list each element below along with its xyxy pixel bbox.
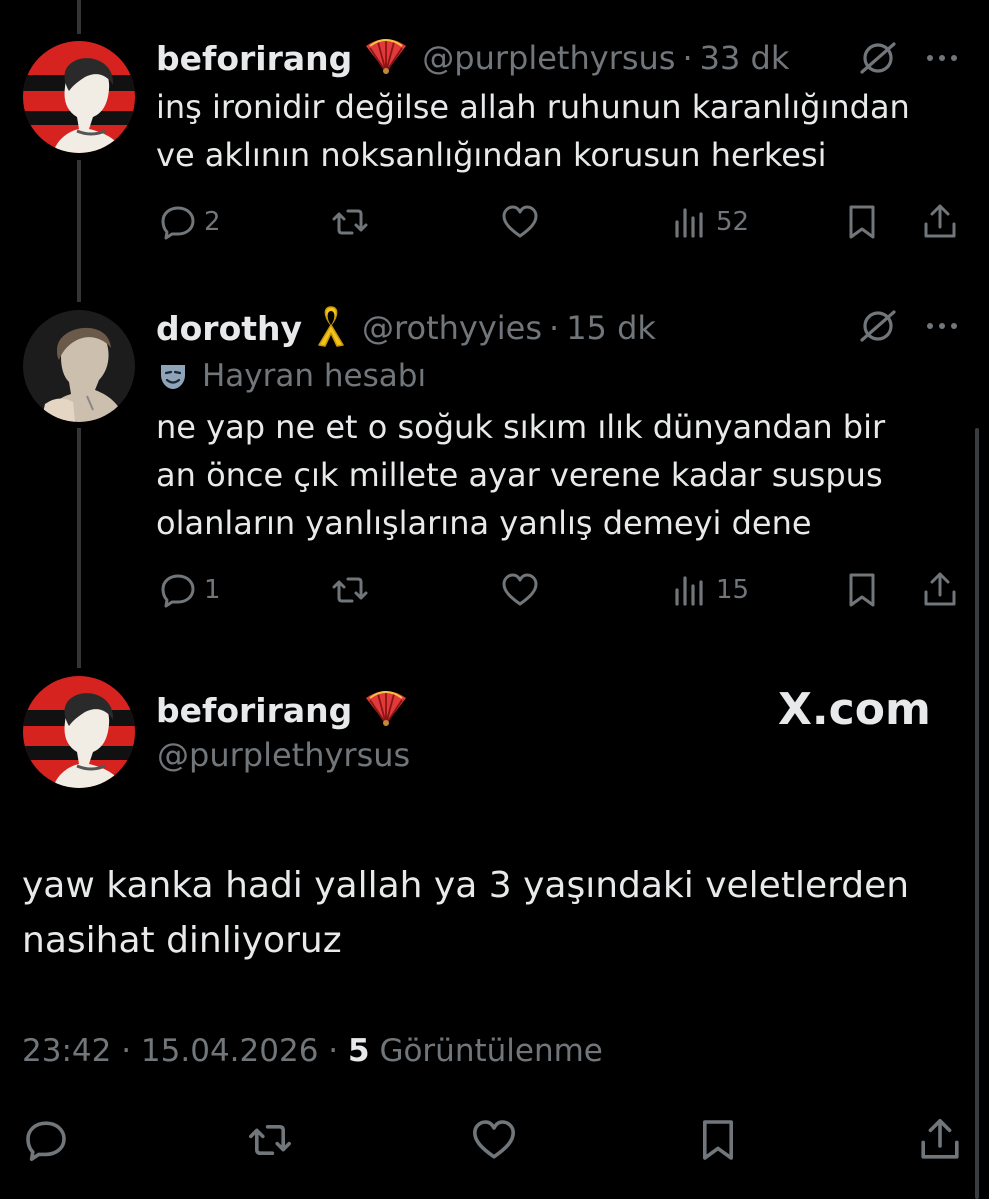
main-share-button[interactable] <box>916 1116 964 1164</box>
main-reply-button[interactable] <box>22 1116 70 1164</box>
reply1-like-button[interactable] <box>500 202 540 242</box>
reply1-share-button[interactable] <box>920 202 960 242</box>
main-bookmark-button[interactable] <box>694 1116 742 1164</box>
main-views-count: 5 <box>348 1033 370 1069</box>
reply1-header: beforirang @purplethyrsus · 33 dk <box>156 36 789 80</box>
reply2-views-button[interactable]: 15 <box>670 570 749 610</box>
main-header: beforirang <box>156 688 422 732</box>
repost-icon <box>332 577 368 603</box>
scrollbar[interactable] <box>975 428 979 1199</box>
reply-icon <box>161 574 195 608</box>
reply1-display-name[interactable]: beforirang <box>156 39 352 78</box>
reply-icon <box>26 1121 66 1161</box>
yellow-ribbon-icon <box>314 305 348 351</box>
avatar-beforirang[interactable] <box>23 41 135 153</box>
reply1-repost-button[interactable] <box>330 202 370 242</box>
reply2-repost-button[interactable] <box>330 570 370 610</box>
grok-icon[interactable] <box>858 38 898 78</box>
meta-separator: · <box>121 1033 132 1069</box>
main-like-button[interactable] <box>470 1116 518 1164</box>
main-time[interactable]: 23:42 <box>22 1033 111 1069</box>
x-com-watermark: X.com <box>778 684 931 735</box>
reply1-reply-button[interactable]: 2 <box>158 202 221 242</box>
bookmark-icon <box>849 573 875 607</box>
reply2-separator: · <box>549 309 560 347</box>
reply1-reply-count: 2 <box>204 207 221 237</box>
reply2-header: dorothy @rothyyies · 15 dk <box>156 305 656 351</box>
reply2-display-name[interactable]: dorothy <box>156 309 302 348</box>
folding-fan-icon <box>364 36 408 80</box>
reply2-like-button[interactable] <box>500 570 540 610</box>
grok-icon[interactable] <box>858 306 898 346</box>
reply1-separator: · <box>682 39 693 77</box>
repost-icon <box>332 209 368 235</box>
bookmark-icon <box>703 1120 733 1160</box>
views-icon <box>675 576 703 606</box>
avatar-dorothy[interactable] <box>23 310 135 422</box>
thread-line-1 <box>77 160 81 302</box>
reply2-bookmark-button[interactable] <box>842 570 882 610</box>
share-icon <box>924 204 956 238</box>
main-tweet-text: yaw kanka hadi yallah ya 3 yaşındaki vel… <box>22 865 910 961</box>
heart-icon <box>473 1120 515 1159</box>
reply2-time[interactable]: 15 dk <box>566 309 656 347</box>
folding-fan-icon <box>364 688 408 732</box>
thread-line-top <box>77 0 81 34</box>
reply2-fan-account-label: Hayran hesabı <box>158 358 426 394</box>
reply2-views-count: 15 <box>716 575 750 605</box>
reply1-bookmark-button[interactable] <box>842 202 882 242</box>
share-icon <box>924 572 956 606</box>
main-views-label: Görüntülenme <box>379 1033 603 1069</box>
reply1-views-button[interactable]: 52 <box>670 202 749 242</box>
reply1-handle[interactable]: @purplethyrsus <box>422 39 675 77</box>
avatar-beforirang-main[interactable] <box>23 676 135 788</box>
reply-icon <box>161 206 195 240</box>
heart-icon <box>502 573 538 606</box>
bookmark-icon <box>849 205 875 239</box>
reply1-views-count: 52 <box>716 207 750 237</box>
main-display-name[interactable]: beforirang <box>156 691 352 730</box>
repost-icon <box>249 1125 291 1155</box>
more-options-icon[interactable] <box>922 38 962 78</box>
reply1-text: inş ironidir değilse allah ruhunun karan… <box>156 88 910 174</box>
tweet-thread-page: beforirang @purplethyrsus · 33 dk inş ir… <box>0 0 989 1199</box>
theater-mask-icon <box>161 365 185 389</box>
views-icon <box>675 208 703 238</box>
more-options-icon[interactable] <box>922 306 962 346</box>
share-icon <box>921 1119 959 1159</box>
thread-line-2 <box>77 428 81 668</box>
main-tweet-meta: 23:42 · 15.04.2026 · 5 Görüntülenme <box>22 1033 603 1069</box>
reply2-share-button[interactable] <box>920 570 960 610</box>
meta-separator: · <box>328 1033 339 1069</box>
reply2-handle[interactable]: @rothyyies <box>362 309 542 347</box>
reply2-reply-button[interactable]: 1 <box>158 570 221 610</box>
reply2-reply-count: 1 <box>204 575 221 605</box>
heart-icon <box>502 205 538 238</box>
reply1-time[interactable]: 33 dk <box>700 39 790 77</box>
main-date[interactable]: 15.04.2026 <box>141 1033 319 1069</box>
main-handle[interactable]: @purplethyrsus <box>157 736 410 774</box>
main-repost-button[interactable] <box>246 1116 294 1164</box>
reply2-text: ne yap ne et o soğuk sıkım ılık dünyanda… <box>156 408 886 542</box>
reply2-label-text: Hayran hesabı <box>202 358 427 394</box>
